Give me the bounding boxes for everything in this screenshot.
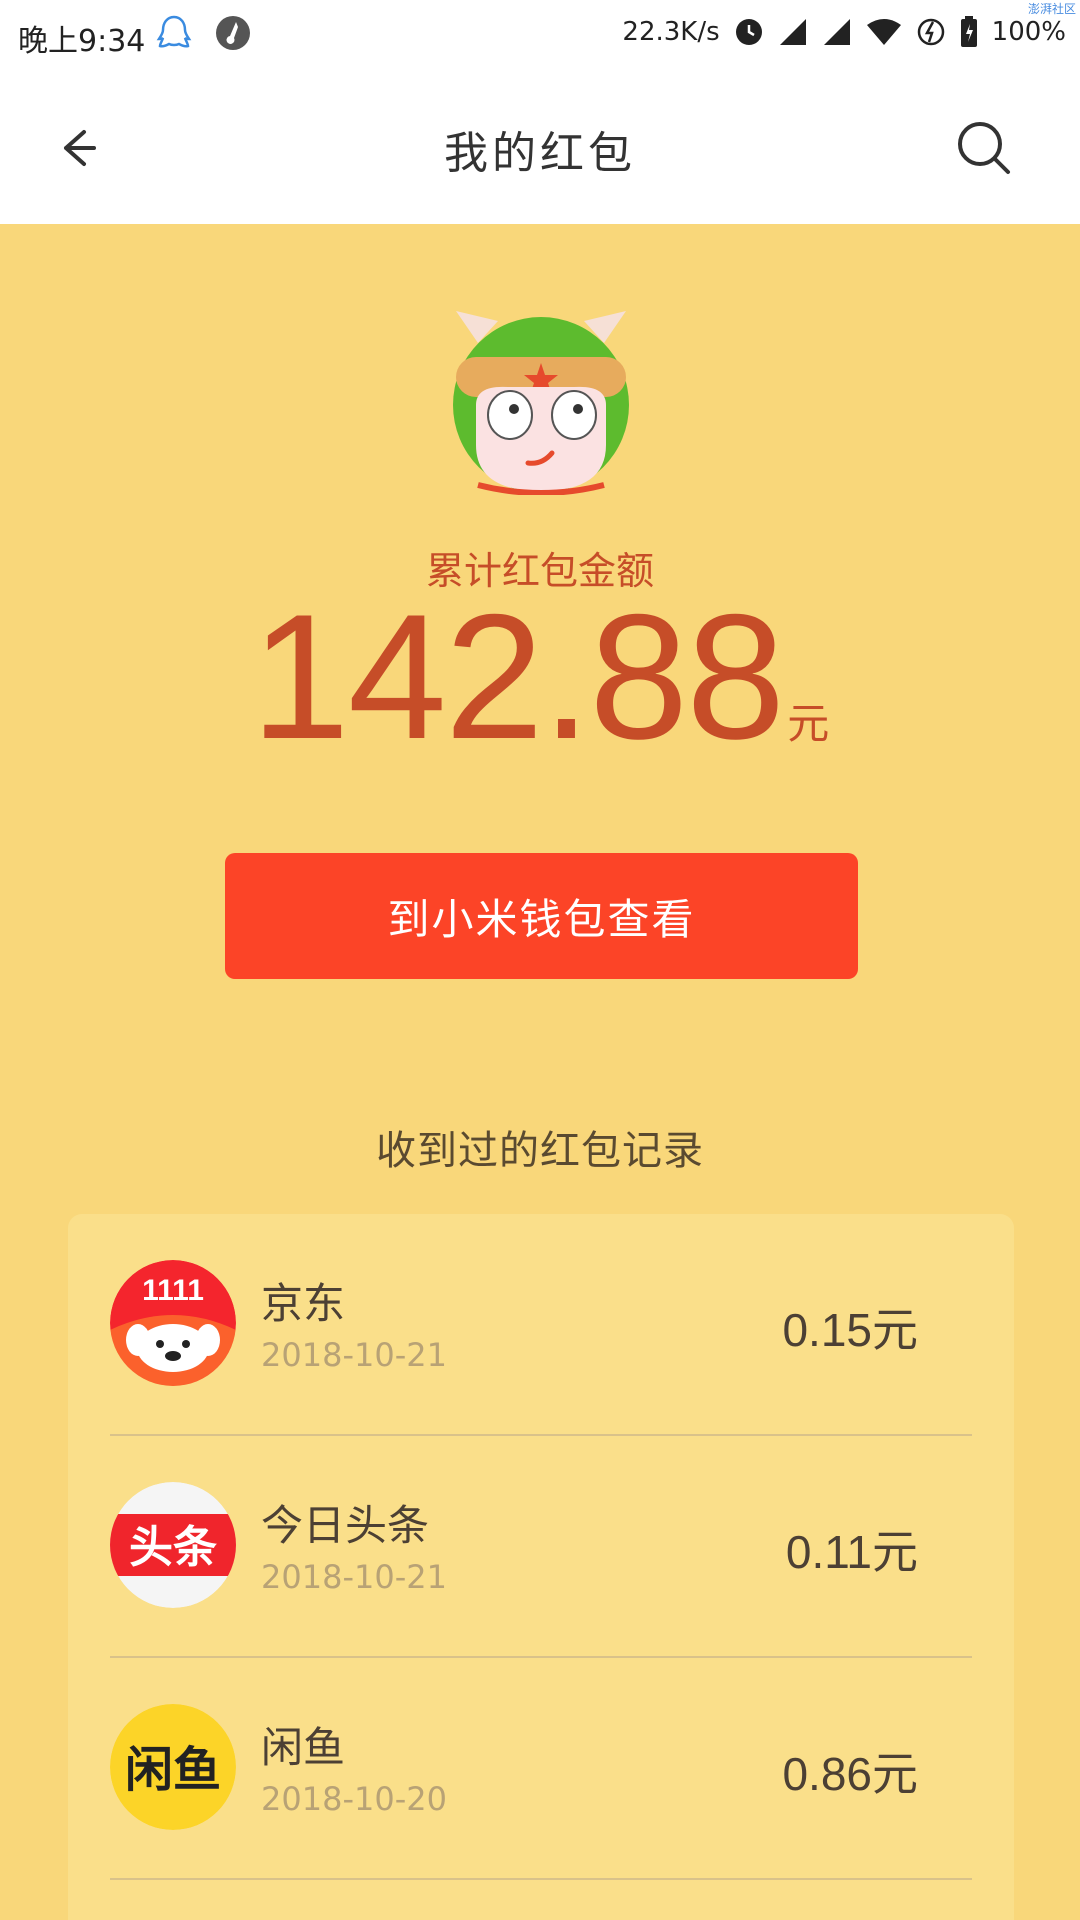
record-date: 2018-10-21 xyxy=(261,1336,447,1374)
signal-icon-2 xyxy=(823,19,850,45)
wifi-icon xyxy=(866,19,901,45)
network-speed: 22.3K/s xyxy=(622,17,720,47)
record-amount: 0.15元 xyxy=(782,1304,918,1356)
jd-logo-icon: 1111 xyxy=(110,1260,236,1386)
battery-percent: 100% xyxy=(991,17,1066,47)
status-system-icons: 22.3K/s 100% xyxy=(622,16,1066,48)
qq-icon xyxy=(156,15,192,48)
battery-icon xyxy=(960,16,977,47)
record-amount: 0.11元 xyxy=(785,1526,918,1578)
watermark: 澎湃社区 xyxy=(1027,2,1076,16)
record-name: 今日头条 xyxy=(261,1501,430,1550)
header: 我的红包 xyxy=(0,72,1080,224)
record-date: 2018-10-20 xyxy=(261,1780,447,1818)
list-item[interactable]: 头条 今日头条 2018-10-21 0.11元 xyxy=(68,1436,1014,1658)
total-amount-unit: 元 xyxy=(787,699,830,748)
music-app-icon xyxy=(216,16,250,50)
xianyu-logo-icon: 闲鱼 xyxy=(110,1704,236,1830)
list-item[interactable]: 闲鱼 闲鱼 2018-10-20 0.86元 xyxy=(68,1658,1014,1880)
status-time: 晚上9:34 xyxy=(18,24,146,59)
status-bar: 晚上9:34 22.3K/s 100% 澎湃社区 xyxy=(0,0,1080,72)
status-notification-icons xyxy=(156,14,252,54)
signal-icon xyxy=(779,19,806,45)
svg-text:闲鱼: 闲鱼 xyxy=(125,1742,221,1798)
search-icon[interactable] xyxy=(954,118,1014,178)
record-name: 京东 xyxy=(261,1279,346,1328)
svg-text:头条: 头条 xyxy=(129,1522,217,1573)
alarm-icon xyxy=(735,19,762,45)
divider xyxy=(110,1878,972,1880)
list-item[interactable]: 1111 京东 2018-10-21 0.15元 xyxy=(68,1214,1014,1436)
total-amount: 142.88元 xyxy=(0,588,1080,766)
svg-text:1111: 1111 xyxy=(142,1274,204,1307)
record-amount: 0.86元 xyxy=(782,1748,918,1800)
record-date: 2018-10-21 xyxy=(261,1558,447,1596)
no-disturb-icon xyxy=(917,18,944,46)
total-amount-value: 142.88 xyxy=(250,577,785,776)
record-name: 闲鱼 xyxy=(261,1723,346,1772)
mascot-avatar xyxy=(453,311,629,495)
view-in-wallet-button[interactable]: 到小米钱包查看 xyxy=(225,853,858,979)
toutiao-logo-icon: 头条 xyxy=(110,1482,236,1608)
records-list: 1111 京东 2018-10-21 0.15元 头条 今日头条 2018-10… xyxy=(68,1214,1014,1920)
page-title: 我的红包 xyxy=(444,128,636,179)
records-title: 收到过的红包记录 xyxy=(376,1128,704,1174)
